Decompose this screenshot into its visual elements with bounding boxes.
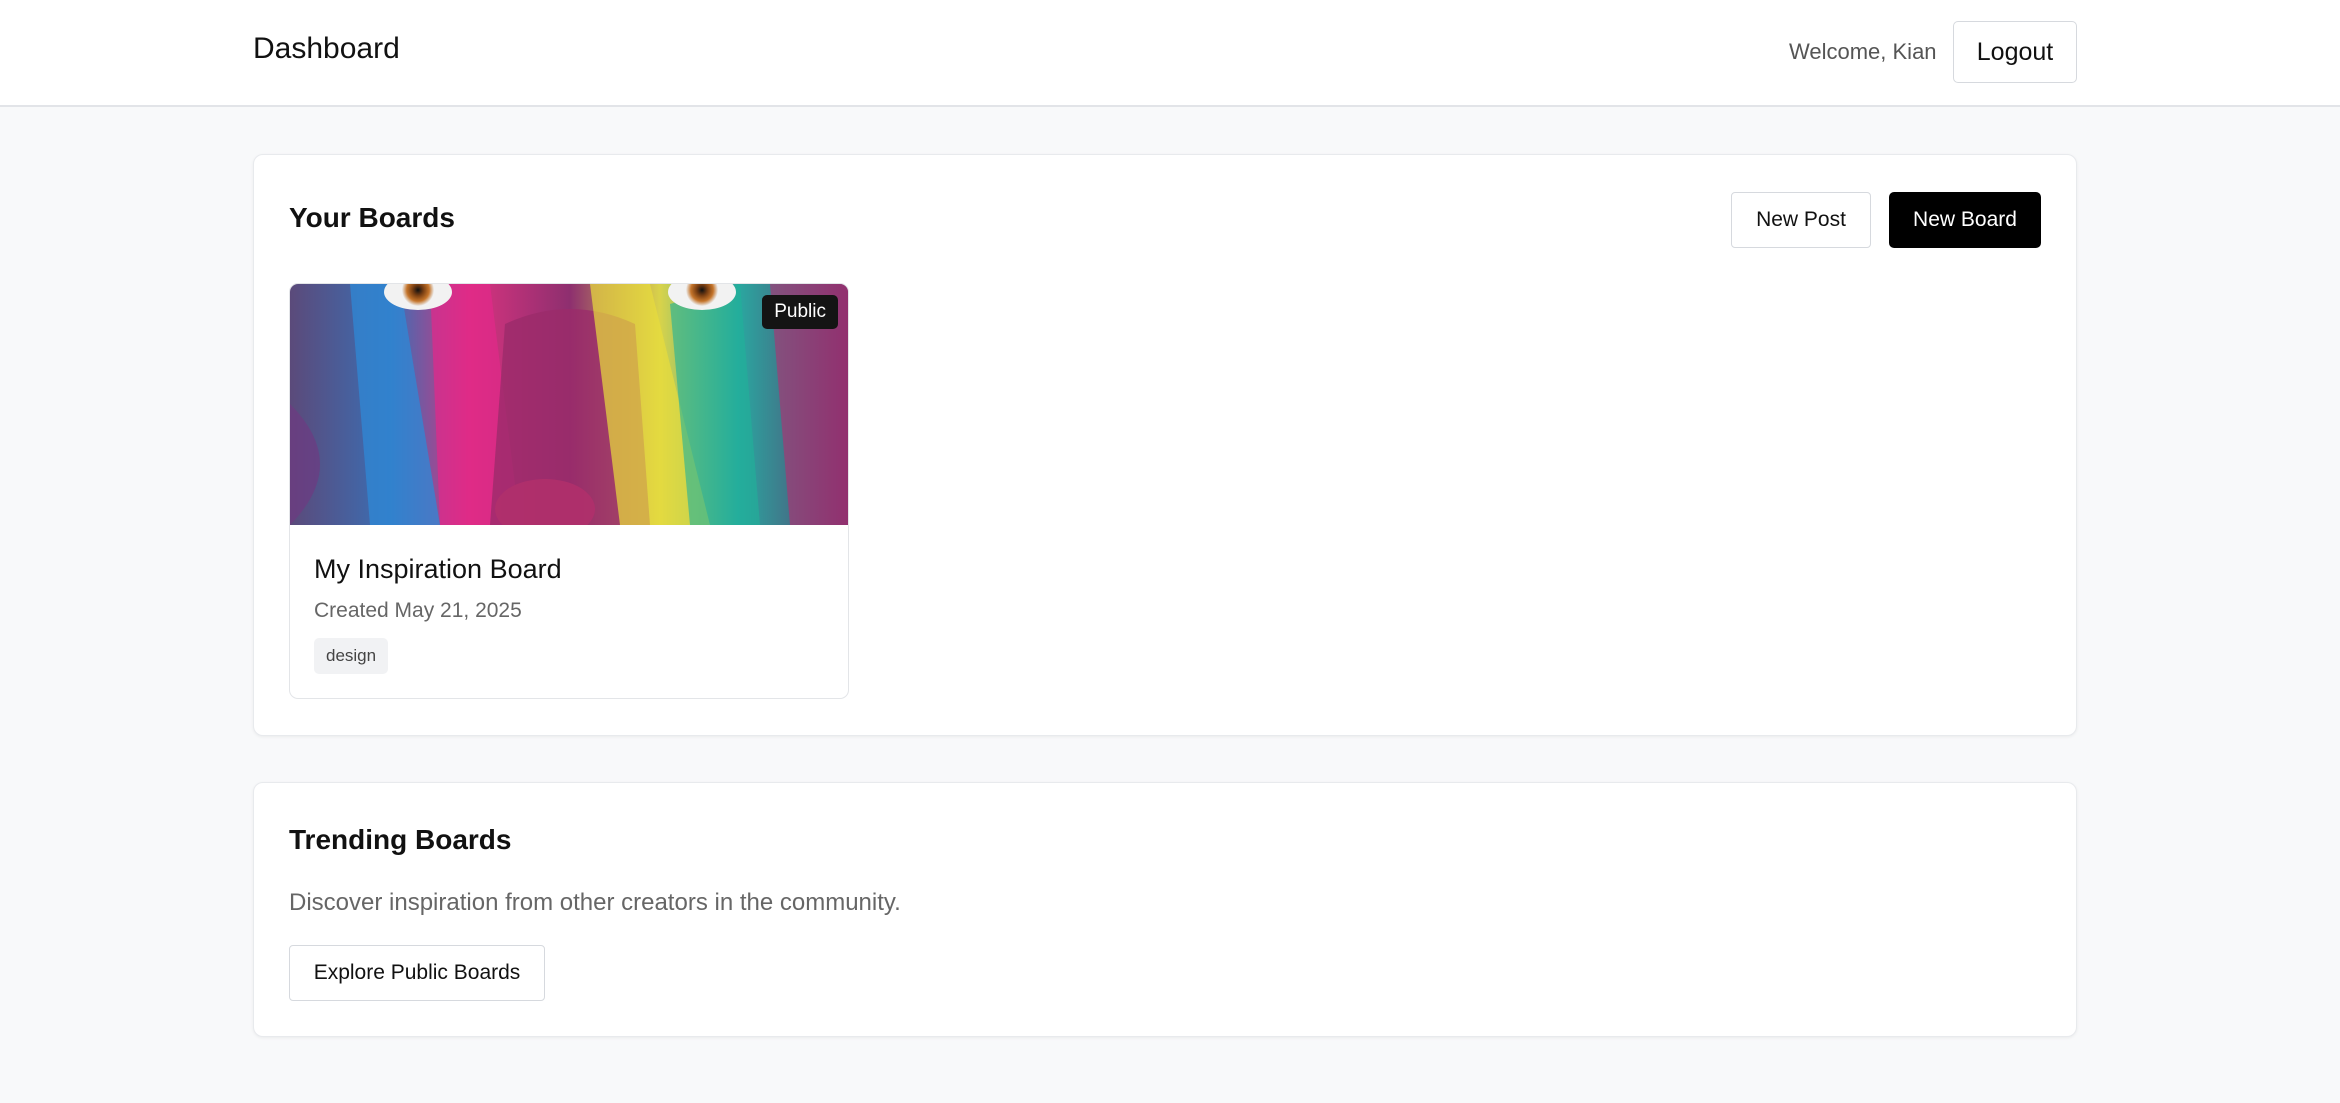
board-tag: design (314, 638, 389, 674)
trending-boards-title: Trending Boards (289, 824, 512, 855)
trending-description: Discover inspiration from other creators… (289, 889, 901, 916)
app-title: Dashboard (253, 32, 400, 65)
board-created-date: Created May 21, 2025 (314, 599, 522, 622)
welcome-text: Welcome, Kian (1789, 39, 1937, 64)
board-cover-image: Public (290, 284, 848, 525)
trending-boards-section: Trending Boards Discover inspiration fro… (253, 782, 2077, 1037)
your-boards-section: Your Boards New Post New Board Public My… (253, 154, 2077, 736)
visibility-badge: Public (762, 295, 838, 329)
top-navbar: Dashboard Welcome, Kian Logout (0, 0, 2340, 107)
new-post-button[interactable]: New Post (1731, 192, 1871, 248)
board-title: My Inspiration Board (314, 554, 562, 584)
explore-public-boards-button[interactable]: Explore Public Boards (289, 945, 545, 1001)
new-board-button[interactable]: New Board (1889, 192, 2041, 248)
your-boards-title: Your Boards (289, 202, 455, 233)
board-card[interactable]: Public My Inspiration Board Created May … (289, 283, 849, 699)
logout-button[interactable]: Logout (1953, 21, 2077, 83)
